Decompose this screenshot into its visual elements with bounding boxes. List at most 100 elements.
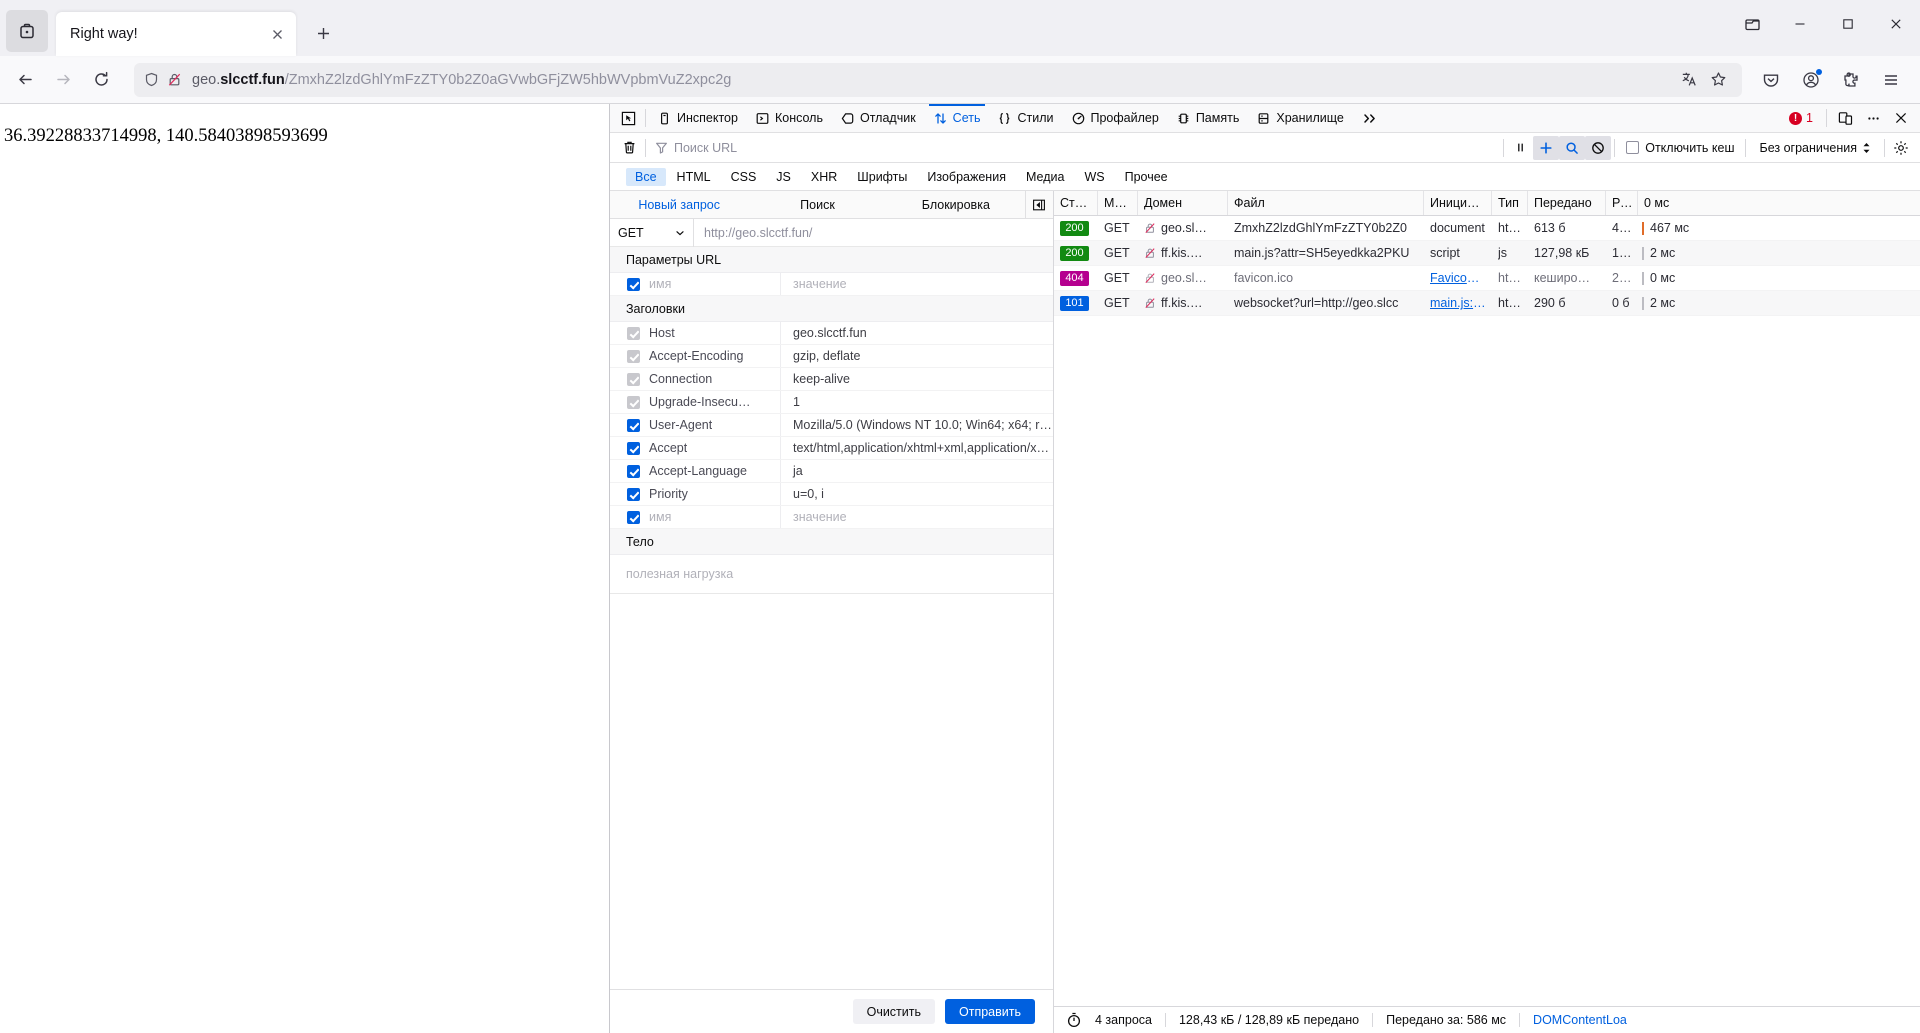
back-arrow-icon[interactable] bbox=[8, 63, 42, 97]
header-row[interactable]: User-Agent Mozilla/5.0 (Windows NT 10.0;… bbox=[610, 414, 1053, 437]
filter-tab-js[interactable]: JS bbox=[767, 168, 800, 186]
filter-tab-css[interactable]: CSS bbox=[722, 168, 766, 186]
filter-tab-images[interactable]: Изображения bbox=[918, 168, 1015, 186]
header-enabled-checkbox[interactable] bbox=[627, 487, 640, 501]
cell-initiator[interactable]: main.js:1… bbox=[1424, 291, 1492, 315]
url-text[interactable]: geo.slcctf.fun/ZmxhZ2lzdGhlYmFzZTY0b2Z0a… bbox=[192, 72, 731, 88]
maximize-button[interactable] bbox=[1824, 2, 1872, 46]
devtools-tab-inspector[interactable]: Инспектор bbox=[649, 104, 747, 133]
column-initiator[interactable]: Инициа… bbox=[1424, 191, 1492, 215]
header-name-cell[interactable]: Accept-Encoding bbox=[610, 345, 781, 367]
trash-icon[interactable] bbox=[616, 136, 642, 160]
column-domain[interactable]: Домен bbox=[1138, 191, 1228, 215]
clear-button[interactable]: Очистить bbox=[852, 999, 936, 1024]
header-row[interactable]: Connection keep-alive bbox=[610, 368, 1053, 391]
header-enabled-checkbox[interactable] bbox=[627, 395, 640, 409]
filter-tab-html[interactable]: HTML bbox=[668, 168, 720, 186]
close-devtools-icon[interactable] bbox=[1888, 106, 1914, 130]
header-value-placeholder[interactable]: значение bbox=[781, 510, 1053, 524]
devtools-overflow-icon[interactable] bbox=[1353, 112, 1388, 125]
error-count-badge[interactable]: ! 1 bbox=[1781, 111, 1821, 125]
hamburger-menu-icon[interactable] bbox=[1874, 63, 1908, 97]
search-icon[interactable] bbox=[1559, 135, 1586, 160]
throttling-select[interactable]: Без ограничения bbox=[1749, 141, 1881, 155]
filter-tab-media[interactable]: Медиа bbox=[1017, 168, 1073, 186]
header-enabled-checkbox[interactable] bbox=[627, 418, 640, 432]
param-name-cell[interactable]: имя bbox=[610, 273, 781, 295]
extensions-icon[interactable] bbox=[1834, 63, 1868, 97]
column-status[interactable]: Ст… bbox=[1054, 191, 1098, 215]
header-enabled-checkbox[interactable] bbox=[627, 349, 640, 363]
filter-tab-other[interactable]: Прочее bbox=[1116, 168, 1177, 186]
header-enabled-checkbox[interactable] bbox=[627, 510, 640, 524]
filter-tab-xhr[interactable]: XHR bbox=[802, 168, 846, 186]
pocket-icon[interactable] bbox=[1754, 63, 1788, 97]
table-row[interactable]: 200 GET bbox=[1054, 241, 1920, 266]
tab-new-request[interactable]: Новый запрос bbox=[610, 191, 748, 218]
http-method-select[interactable]: GET bbox=[610, 218, 694, 247]
devtools-tab-performance[interactable]: Профайлер bbox=[1063, 104, 1168, 133]
header-name-cell[interactable]: User-Agent bbox=[610, 414, 781, 436]
translate-icon[interactable] bbox=[1676, 71, 1703, 88]
url-bar[interactable]: geo.slcctf.fun/ZmxhZ2lzdGhlYmFzZTY0b2Z0a… bbox=[134, 62, 1742, 97]
header-row[interactable]: Accept-Language ja bbox=[610, 460, 1053, 483]
header-row[interactable]: Accept text/html,application/xhtml+xml,a… bbox=[610, 437, 1053, 460]
header-enabled-checkbox[interactable] bbox=[627, 372, 640, 386]
header-row[interactable]: Upgrade-Insecu… 1 bbox=[610, 391, 1053, 414]
header-enabled-checkbox[interactable] bbox=[627, 464, 640, 478]
header-name-cell[interactable]: Accept bbox=[610, 437, 781, 459]
tab-list-icon[interactable] bbox=[6, 10, 48, 52]
column-size[interactable]: Ра… bbox=[1606, 191, 1638, 215]
plus-icon[interactable] bbox=[1533, 135, 1560, 160]
header-name-cell[interactable]: Upgrade-Insecu… bbox=[610, 391, 781, 413]
table-row[interactable]: 101 GET ff.kis.… websocket?url=http://ge… bbox=[1054, 291, 1920, 316]
broken-lock-icon[interactable] bbox=[167, 72, 182, 87]
header-value[interactable]: gzip, deflate bbox=[781, 349, 1053, 363]
header-value[interactable]: keep-alive bbox=[781, 372, 1053, 386]
star-icon[interactable] bbox=[1705, 71, 1732, 88]
header-value[interactable]: Mozilla/5.0 (Windows NT 10.0; Win64; x64… bbox=[781, 418, 1053, 432]
pause-icon[interactable] bbox=[1507, 136, 1533, 160]
filter-tab-ws[interactable]: WS bbox=[1075, 168, 1113, 186]
new-tab-button[interactable] bbox=[306, 16, 340, 50]
request-url-input[interactable]: http://geo.slcctf.fun/ bbox=[694, 226, 1053, 240]
shield-icon[interactable] bbox=[144, 72, 159, 87]
devtools-tab-memory[interactable]: Память bbox=[1168, 104, 1249, 133]
header-name-cell[interactable]: Accept-Language bbox=[610, 460, 781, 482]
devtools-tab-storage[interactable]: Хранилище bbox=[1248, 104, 1353, 133]
param-value-cell[interactable]: значение bbox=[781, 277, 1053, 291]
header-value[interactable]: text/html,application/xhtml+xml,applicat… bbox=[781, 441, 1053, 455]
collapse-panel-icon[interactable] bbox=[1024, 191, 1053, 218]
header-value[interactable]: 1 bbox=[781, 395, 1053, 409]
tab-search[interactable]: Поиск bbox=[748, 191, 886, 218]
forward-arrow-icon[interactable] bbox=[46, 63, 80, 97]
send-button[interactable]: Отправить bbox=[945, 999, 1035, 1024]
header-name-cell[interactable]: Host bbox=[610, 322, 781, 344]
close-window-button[interactable] bbox=[1872, 2, 1920, 46]
header-value[interactable]: u=0, i bbox=[781, 487, 1053, 501]
request-body-input[interactable]: полезная нагрузка bbox=[610, 555, 1053, 593]
gear-icon[interactable] bbox=[1888, 136, 1914, 160]
library-icon[interactable] bbox=[1728, 2, 1776, 46]
devtools-tab-style-editor[interactable]: Стили bbox=[989, 104, 1062, 133]
column-method[interactable]: M… bbox=[1098, 191, 1138, 215]
header-enabled-checkbox[interactable] bbox=[627, 441, 640, 455]
account-icon[interactable] bbox=[1794, 63, 1828, 97]
param-enabled-checkbox[interactable] bbox=[627, 277, 640, 291]
reload-icon[interactable] bbox=[84, 63, 118, 97]
column-timeline[interactable]: 0 мс bbox=[1638, 191, 1920, 215]
block-icon[interactable] bbox=[1585, 135, 1612, 160]
disable-cache-checkbox[interactable]: Отключить кеш bbox=[1618, 141, 1742, 155]
url-param-row[interactable]: имя значение bbox=[610, 273, 1053, 296]
header-row[interactable]: Accept-Encoding gzip, deflate bbox=[610, 345, 1053, 368]
close-icon[interactable] bbox=[264, 21, 290, 47]
header-name-cell[interactable]: Priority bbox=[610, 483, 781, 505]
element-picker-icon[interactable] bbox=[614, 105, 642, 131]
header-value[interactable]: ja bbox=[781, 464, 1053, 478]
url-filter-input[interactable]: Поиск URL bbox=[649, 137, 1500, 159]
more-options-icon[interactable] bbox=[1860, 106, 1886, 130]
devtools-tab-debugger[interactable]: Отладчик bbox=[832, 104, 925, 133]
header-value[interactable]: geo.slcctf.fun bbox=[781, 326, 1053, 340]
minimize-button[interactable] bbox=[1776, 2, 1824, 46]
column-transferred[interactable]: Передано bbox=[1528, 191, 1606, 215]
